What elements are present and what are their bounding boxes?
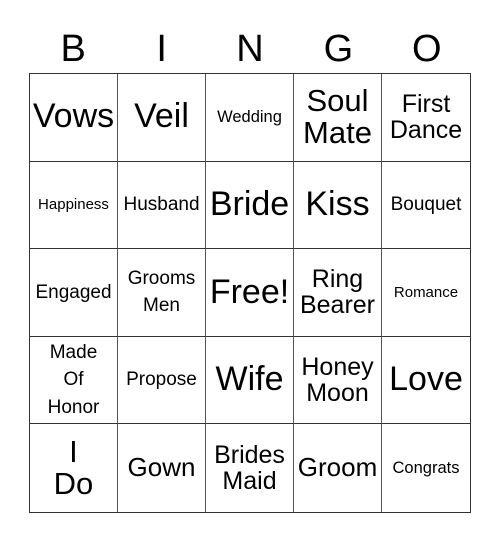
- header-letter-o: O: [412, 28, 442, 70]
- bingo-cell[interactable]: Congrats: [382, 424, 470, 512]
- bingo-cell[interactable]: Romance: [382, 249, 470, 337]
- bingo-cell[interactable]: Groom: [294, 424, 382, 512]
- bingo-cell[interactable]: Grooms Men: [118, 249, 206, 337]
- header-letter-i: I: [156, 28, 167, 70]
- bingo-cell[interactable]: Made Of Honor: [30, 336, 118, 425]
- bingo-cell[interactable]: First Dance: [382, 74, 470, 162]
- bingo-cell[interactable]: Happiness: [30, 161, 118, 250]
- bingo-cell[interactable]: Engaged: [30, 249, 118, 337]
- bingo-cell[interactable]: Bride: [206, 161, 294, 250]
- bingo-cell[interactable]: Propose: [118, 336, 206, 425]
- bingo-cell[interactable]: Kiss: [294, 161, 382, 250]
- bingo-cell[interactable]: Veil: [118, 74, 206, 162]
- bingo-grid: Vows Veil Wedding Soul Mate First Dance Happi…: [29, 73, 471, 513]
- bingo-cell[interactable]: Love: [382, 337, 470, 425]
- header-letter-g: G: [323, 28, 354, 70]
- bingo-cell[interactable]: Wedding: [206, 74, 294, 162]
- bingo-cell[interactable]: Wife: [206, 336, 294, 425]
- bingo-cell[interactable]: Brides Maid: [206, 424, 294, 512]
- bingo-cell[interactable]: Gown: [118, 424, 206, 512]
- bingo-cell[interactable]: Ring Bearer: [294, 249, 382, 337]
- bingo-cell[interactable]: Bouquet: [382, 162, 470, 250]
- bingo-cell[interactable]: Honey Moon: [294, 336, 382, 425]
- header-letter-n: N: [236, 28, 264, 70]
- bingo-cell[interactable]: Husband: [118, 161, 206, 250]
- header-letter-b: B: [60, 28, 86, 70]
- bingo-cell[interactable]: Soul Mate: [294, 74, 382, 162]
- bingo-cell[interactable]: Vows: [30, 74, 118, 162]
- bingo-cell[interactable]: I Do: [30, 424, 118, 512]
- bingo-header: B I N G O: [29, 26, 471, 72]
- bingo-cell[interactable]: Free!: [206, 249, 294, 337]
